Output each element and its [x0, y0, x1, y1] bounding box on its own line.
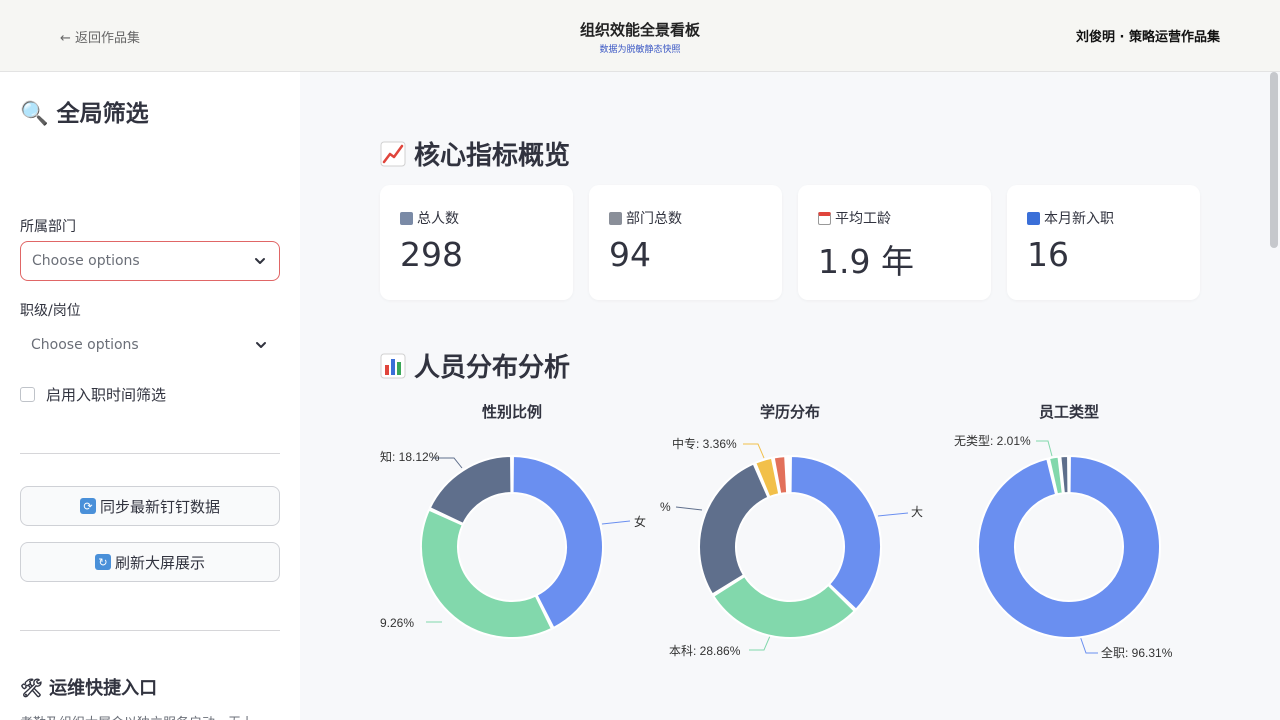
metric-label: 平均工龄: [835, 211, 891, 227]
refresh-icon: ↻: [94, 554, 111, 570]
donut-slice-1-5[interactable]: [786, 455, 791, 495]
global-filter-title: 🔍 全局筛选: [20, 101, 149, 127]
leader-line: [743, 443, 765, 459]
metric-label: 部门总数: [626, 211, 682, 227]
distribution-section-title-text: 人员分布分析: [414, 353, 571, 383]
level-label: 职级/岗位: [20, 303, 81, 319]
hire-date-filter-label: 启用入职时间筛选: [46, 386, 167, 404]
sync-icon: ⟳: [79, 498, 96, 514]
top-header: ← 返回作品集 组织效能全景看板 数据为脱敏静态快照 刘俊明 · 策略运营作品集: [0, 0, 1280, 72]
metric-label-row: 本月新入职: [1027, 208, 1114, 228]
metric-card-average-tenure: 平均工龄 1.9 年: [798, 185, 991, 300]
distribution-donut-charts: 知: 18.12% 女 9.26% 中专: 3.36% % 大 本科: 28.8…: [380, 434, 1173, 660]
ops-shortcut-title: 🛠 运维快捷入口: [20, 678, 158, 699]
building-icon: [609, 211, 622, 225]
new-badge-icon: [1027, 211, 1040, 225]
metric-card-total-headcount: 总人数 298: [380, 185, 573, 300]
level-multiselect[interactable]: Choose options: [20, 325, 280, 365]
donut-slices-layer: [420, 455, 1161, 639]
chart-title-employee-type: 员工类型: [1038, 403, 1099, 421]
chart-title-gender: 性别比例: [481, 403, 542, 421]
department-placeholder: Choose options: [32, 253, 140, 269]
metric-label: 总人数: [417, 211, 459, 227]
chart-increasing-icon: [380, 141, 406, 166]
people-icon: [400, 211, 413, 225]
gender-label-female: 女: [634, 514, 646, 529]
level-placeholder: Choose options: [31, 337, 139, 353]
sidebar-divider: [20, 630, 280, 631]
donut-slice-1-2[interactable]: [698, 462, 770, 596]
employee-type-label-fulltime: 全职: 96.31%: [1101, 645, 1173, 660]
metric-value: 94: [609, 235, 651, 274]
donut-slice-1-0[interactable]: [789, 455, 882, 611]
education-label-college: 大: [911, 505, 923, 519]
leader-line: [1036, 440, 1053, 457]
kpi-section-title-text: 核心指标概览: [414, 141, 571, 171]
calendar-icon: [818, 211, 831, 225]
leader-line: [601, 520, 631, 525]
donut-slice-0-2[interactable]: [428, 455, 513, 525]
donut-slice-0-1[interactable]: [420, 508, 553, 639]
metric-label-row: 部门总数: [609, 208, 682, 228]
refresh-dashboard-button[interactable]: ↻ 刷新大屏展示: [20, 542, 280, 582]
chevron-down-icon: [256, 342, 266, 348]
chart-title-education: 学历分布: [759, 403, 820, 421]
distribution-section-title: 人员分布分析: [380, 347, 570, 384]
metric-value: 16: [1027, 235, 1069, 274]
gender-label-unknown: 知: 18.12%: [380, 450, 440, 464]
ops-shortcut-desc: 考勤及组织大屏会以独立服务启动，无上: [20, 712, 280, 720]
sync-dingtalk-button[interactable]: ⟳ 同步最新钉钉数据: [20, 486, 280, 526]
hire-date-checkbox[interactable]: [20, 387, 35, 402]
gender-label-male: 9.26%: [380, 616, 414, 630]
kpi-section-title: 核心指标概览: [380, 135, 570, 172]
department-multiselect[interactable]: Choose options: [20, 241, 280, 281]
hire-date-filter-toggle[interactable]: 启用入职时间筛选: [20, 384, 166, 405]
sidebar-divider: [20, 453, 280, 454]
metric-label-row: 总人数: [400, 208, 459, 228]
metric-label: 本月新入职: [1044, 211, 1114, 227]
chevron-down-icon: [255, 258, 265, 264]
leader-line: [877, 512, 909, 517]
metric-card-new-hires: 本月新入职 16: [1007, 185, 1200, 300]
metric-card-department-count: 部门总数 94: [589, 185, 782, 300]
page-scrollbar[interactable]: [1270, 72, 1278, 248]
education-label-other: %: [660, 500, 671, 514]
leader-line: [1079, 635, 1098, 654]
education-label-vocational: 中专: 3.36%: [672, 436, 737, 451]
leader-line: [749, 635, 771, 651]
metric-value: 1.9 年: [818, 242, 914, 281]
bar-chart-icon: [380, 353, 406, 378]
department-label: 所属部门: [20, 219, 76, 235]
author-label: 刘俊明 · 策略运营作品集: [1076, 30, 1220, 45]
education-label-bachelor: 本科: 28.86%: [669, 644, 741, 658]
metric-value: 298: [400, 235, 463, 274]
metric-label-row: 平均工龄: [818, 208, 891, 228]
leader-line: [675, 506, 703, 511]
employee-type-label-none: 无类型: 2.01%: [954, 434, 1031, 448]
refresh-button-label: 刷新大屏展示: [114, 553, 205, 572]
sync-button-label: 同步最新钉钉数据: [99, 497, 220, 516]
